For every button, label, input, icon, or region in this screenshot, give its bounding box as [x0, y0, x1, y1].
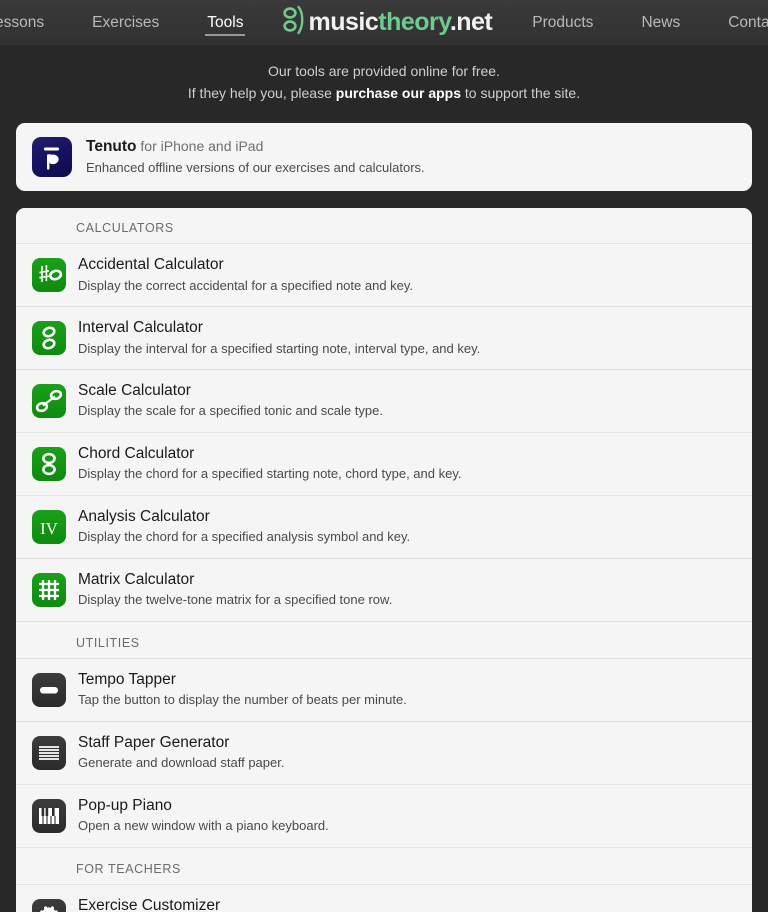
tool-text-analysis-calculator: Analysis Calculator Display the chord fo… — [78, 507, 410, 547]
site-logo[interactable]: musictheory.net — [267, 5, 508, 40]
tool-description: Display the twelve-tone matrix for a spe… — [78, 592, 393, 608]
nav-item-news[interactable]: News — [617, 0, 704, 45]
piano-keyboard-icon — [32, 799, 66, 834]
tenuto-platforms: for iPhone and iPad — [136, 138, 264, 155]
nav-left-group: Lessons Exercises Tools — [0, 0, 267, 45]
tool-title: Interval Calculator — [78, 319, 203, 337]
tool-description: Display the chord for a specified analys… — [78, 529, 411, 545]
logo-text-net: .net — [449, 8, 493, 36]
scale-notes-icon — [32, 384, 66, 419]
tool-text-matrix-calculator: Matrix Calculator Display the twelve-ton… — [78, 570, 392, 610]
tool-text-tempo-tapper: Tempo Tapper Tap the button to display t… — [78, 670, 407, 710]
tenuto-banner-text: Tenuto for iPhone and iPad Enhanced offl… — [86, 137, 425, 177]
tenuto-banner-card: Tenuto for iPhone and iPad Enhanced offl… — [16, 123, 752, 192]
tool-text-interval-calculator: Interval Calculator Display the interval… — [78, 318, 480, 358]
tool-description: Display the interval for a specified sta… — [78, 340, 481, 356]
tool-title: Analysis Calculator — [78, 508, 210, 526]
tool-title: Matrix Calculator — [78, 571, 195, 589]
tenuto-banner-description: Enhanced offline versions of our exercis… — [86, 159, 425, 175]
tool-row-accidental-calculator[interactable]: Accidental Calculator Display the correc… — [16, 243, 752, 307]
tap-button-icon — [32, 673, 66, 708]
tenuto-banner-row[interactable]: Tenuto for iPhone and iPad Enhanced offl… — [16, 123, 752, 192]
tool-description: Display the chord for a specified starti… — [78, 466, 462, 482]
matrix-grid-icon — [32, 573, 66, 608]
tool-text-scale-calculator: Scale Calculator Display the scale for a… — [78, 381, 383, 421]
tool-row-matrix-calculator[interactable]: Matrix Calculator Display the twelve-ton… — [16, 558, 752, 622]
intro-line-1: Our tools are provided online for free. — [268, 63, 500, 79]
tools-list-card: CALCULATORS Accidental Calculator Displa… — [16, 208, 752, 912]
tool-row-analysis-calculator[interactable]: IV Analysis Calculator Display the chord… — [16, 495, 752, 559]
purchase-apps-link[interactable]: purchase our apps — [336, 85, 461, 101]
tool-title: Accidental Calculator — [78, 256, 224, 274]
two-wholenotes-icon — [32, 321, 66, 356]
intro-line-2-prefix: If they help you, please — [187, 84, 336, 101]
logo-wordmark: musictheory.net — [308, 10, 492, 35]
tool-title: Scale Calculator — [78, 382, 191, 400]
svg-text:IV: IV — [40, 519, 59, 538]
nav-right-group: Products News Contact — [508, 0, 768, 45]
tool-row-popup-piano[interactable]: Pop-up Piano Open a new window with a pi… — [16, 784, 752, 848]
section-heading-calculators: CALCULATORS — [16, 208, 752, 244]
tenuto-name: Tenuto — [86, 138, 137, 156]
intro-line-2: If they help you, please purchase our ap… — [0, 83, 768, 105]
staff-lines-icon — [32, 736, 66, 771]
tool-text-popup-piano: Pop-up Piano Open a new window with a pi… — [78, 796, 329, 836]
tool-description: Display the scale for a specified tonic … — [78, 403, 383, 419]
tool-row-chord-calculator[interactable]: Chord Calculator Display the chord for a… — [16, 432, 752, 496]
tool-title: Staff Paper Generator — [78, 734, 230, 752]
tool-title: Exercise Customizer — [78, 897, 221, 912]
logo-text-theory: theory — [378, 8, 450, 36]
roman-numeral-four-icon: IV — [32, 510, 66, 545]
tool-text-staff-paper-generator: Staff Paper Generator Generate and downl… — [78, 733, 284, 773]
tool-title: Pop-up Piano — [78, 797, 172, 815]
tool-text-accidental-calculator: Accidental Calculator Display the correc… — [78, 255, 413, 295]
tool-description: Open a new window with a piano keyboard. — [78, 818, 329, 834]
tool-row-tempo-tapper[interactable]: Tempo Tapper Tap the button to display t… — [16, 658, 752, 722]
logo-text-music: music — [308, 8, 379, 36]
sharp-wholenote-icon — [32, 258, 66, 293]
tool-title: Chord Calculator — [78, 445, 195, 463]
tenuto-app-icon — [32, 137, 72, 178]
tool-row-interval-calculator[interactable]: Interval Calculator Display the interval… — [16, 306, 752, 370]
tool-row-staff-paper-generator[interactable]: Staff Paper Generator Generate and downl… — [16, 721, 752, 785]
nav-item-lessons[interactable]: Lessons — [0, 0, 68, 45]
tool-description: Generate and download staff paper. — [78, 755, 285, 771]
nav-item-contact[interactable]: Contact — [704, 0, 768, 45]
nav-item-tools[interactable]: Tools — [183, 0, 267, 45]
tenuto-banner-title: Tenuto for iPhone and iPad — [86, 137, 425, 157]
tool-title: Tempo Tapper — [78, 671, 176, 689]
section-heading-utilities: UTILITIES — [16, 621, 752, 659]
nav-item-exercises[interactable]: Exercises — [68, 0, 183, 45]
intro-line-2-suffix: to support the site. — [461, 84, 581, 101]
tool-row-scale-calculator[interactable]: Scale Calculator Display the scale for a… — [16, 369, 752, 433]
tool-description: Display the correct accidental for a spe… — [78, 277, 414, 293]
nav-item-products[interactable]: Products — [508, 0, 617, 45]
tool-text-chord-calculator: Chord Calculator Display the chord for a… — [78, 444, 461, 484]
section-heading-for-teachers: FOR TEACHERS — [16, 847, 752, 885]
chord-notes-icon — [32, 447, 66, 482]
intro-text: Our tools are provided online for free. … — [0, 45, 768, 104]
tool-text-exercise-customizer: Exercise Customizer Create a permanent l… — [78, 896, 367, 912]
main-navigation-bar: Lessons Exercises Tools musictheory.net … — [0, 0, 768, 45]
tool-row-exercise-customizer[interactable]: Exercise Customizer Create a permanent l… — [16, 884, 752, 912]
tool-description: Tap the button to display the number of … — [78, 692, 407, 708]
gear-icon — [32, 899, 66, 912]
music-note-logo-icon — [283, 5, 305, 40]
